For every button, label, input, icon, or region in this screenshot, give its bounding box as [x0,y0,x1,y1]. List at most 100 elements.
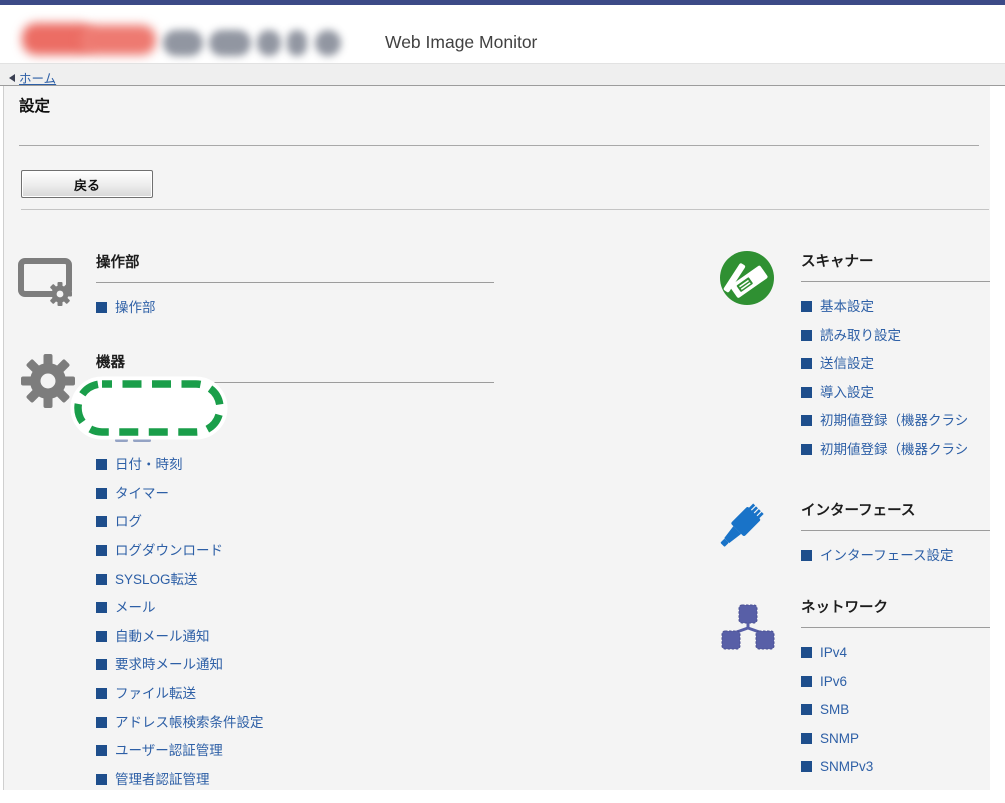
square-bullet-icon [801,676,812,687]
menu-item-label: ファイル転送 [115,686,196,701]
menu-item-label: 送信設定 [820,356,874,371]
menu-item-label: SNMP [820,731,859,746]
menu-item[interactable]: 初期値登録（機器クラシ [801,442,990,471]
menu-item-label: ログ [115,514,142,529]
square-bullet-icon [96,745,107,756]
ethernet-plug-icon [717,496,781,560]
menu-item[interactable]: SNMPv3 [801,759,990,788]
menu-item[interactable]: 初期値登録（機器クラシ [801,413,990,442]
square-bullet-icon [801,704,812,715]
redacted-logo [80,25,156,55]
menu-item-obscured [96,429,494,458]
square-bullet-icon [96,459,107,470]
settings-section: 機器 システム日付・時刻タイマーログログダウンロード SYSLOG転送メール自動メ… [96,355,494,790]
back-arrow-icon [9,74,15,82]
menu-item-label: システム [115,400,169,415]
square-bullet-icon [801,330,812,341]
menu-item-label: タイマー [115,486,169,501]
menu-item-label: 読み取り設定 [820,328,901,343]
section-divider [801,281,990,282]
section-title: ネットワーク [801,600,990,617]
section-title: インターフェース [801,503,990,520]
menu-item[interactable]: 導入設定 [801,385,990,414]
menu-item-label: ユーザー認証管理 [115,743,223,758]
square-bullet-icon [96,774,107,785]
square-bullet-icon [96,402,107,413]
menu-item-label: IPv4 [820,645,847,660]
menu-item-label: IPv6 [820,674,847,689]
network-nodes-icon [717,601,781,665]
menu-item[interactable]: アドレス帳検索条件設定 [96,715,494,744]
menu-item-label: 初期値登録（機器クラシ [820,442,968,457]
menu-item[interactable]: タイマー [96,486,494,515]
settings-section: ネットワーク IPv4 IPv6 SMB SNMP SNMPv3 [801,600,990,788]
menu-item-label: 基本設定 [820,299,874,314]
section-item-list: インターフェース設定 [801,548,990,577]
menu-item-label: 初期値登録（機器クラシ [820,413,968,428]
menu-item[interactable]: 送信設定 [801,356,990,385]
menu-item-label: SNMPv3 [820,759,873,774]
redacted-device-name [315,30,341,56]
menu-item-label: インターフェース設定 [820,548,954,563]
square-bullet-icon [96,488,107,499]
settings-section: 操作部 操作部 [96,255,494,329]
section-item-list: システム日付・時刻タイマーログログダウンロード SYSLOG転送メール自動メール通… [96,400,494,790]
section-divider [801,627,990,628]
menu-item-label: 要求時メール通知 [115,657,223,672]
page-title: 設定 [19,94,50,116]
square-bullet-icon [96,602,107,613]
scanner-icon [717,247,781,311]
square-bullet-icon [96,688,107,699]
operation-panel-icon [18,253,82,317]
menu-item-label: SMB [820,702,849,717]
square-bullet-icon [801,387,812,398]
menu-item-label: ログダウンロード [115,543,223,558]
menu-item[interactable]: 読み取り設定 [801,328,990,357]
square-bullet-icon [801,301,812,312]
menu-item-label: メール [115,600,156,615]
divider [21,209,989,210]
back-button[interactable]: 戻る [21,170,153,198]
breadcrumb: ホーム [0,63,1005,86]
menu-item-label: 操作部 [115,300,156,315]
menu-item[interactable]: システム [96,400,494,429]
menu-item[interactable]: 管理者認証管理 [96,772,494,790]
square-bullet-icon [801,647,812,658]
menu-item[interactable]: 基本設定 [801,299,990,328]
gear-icon [18,349,82,413]
menu-item-label: SYSLOG転送 [115,572,198,587]
menu-item[interactable]: SYSLOG転送 [96,572,494,601]
menu-item[interactable]: 要求時メール通知 [96,657,494,686]
menu-item[interactable]: 自動メール通知 [96,629,494,658]
square-bullet-icon [801,550,812,561]
menu-item[interactable]: IPv4 [801,645,990,674]
menu-item[interactable]: ログ [96,514,494,543]
square-bullet-icon [801,733,812,744]
menu-item[interactable]: IPv6 [801,674,990,703]
app-header: Web Image Monitor [0,5,1005,63]
home-link[interactable]: ホーム [9,68,56,87]
menu-item[interactable]: ユーザー認証管理 [96,743,494,772]
section-title: 機器 [96,355,494,372]
section-divider [96,382,494,383]
redacted-device-name [163,30,203,56]
menu-item[interactable]: 操作部 [96,300,494,329]
section-divider [96,282,494,283]
menu-item-label: アドレス帳検索条件設定 [115,715,264,730]
menu-item[interactable]: 日付・時刻 [96,457,494,486]
divider [19,145,979,146]
square-bullet-icon [96,631,107,642]
menu-item[interactable]: ファイル転送 [96,686,494,715]
menu-item[interactable]: SNMP [801,731,990,760]
menu-item[interactable]: メール [96,600,494,629]
menu-item[interactable]: SMB [801,702,990,731]
square-bullet-icon [801,444,812,455]
square-bullet-icon [96,302,107,313]
obscured-text-remnant [115,439,128,443]
menu-item[interactable]: インターフェース設定 [801,548,990,577]
redacted-device-name [257,30,281,56]
menu-item[interactable]: ログダウンロード [96,543,494,572]
settings-section: インターフェース インターフェース設定 [801,503,990,577]
app-title: Web Image Monitor [385,32,537,53]
obscured-text-remnant [133,439,151,443]
